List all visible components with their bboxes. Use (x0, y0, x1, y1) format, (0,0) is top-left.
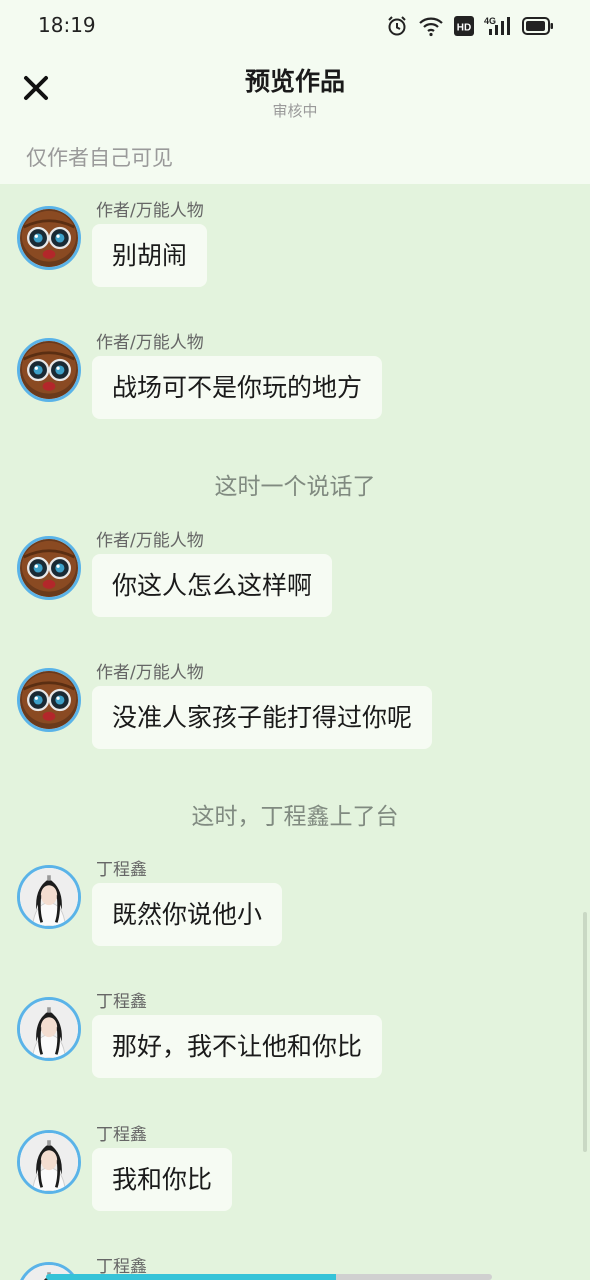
sender-name: 作者/万能人物 (96, 531, 204, 551)
wifi-icon (418, 15, 444, 37)
status-time: 18:19 (38, 13, 96, 37)
progress-bar (46, 1274, 492, 1280)
message-bubble[interactable]: 战场可不是你玩的地方 (92, 356, 383, 419)
progress-fill (46, 1274, 336, 1280)
alarm-icon (386, 15, 408, 37)
network-label: 4G (484, 16, 496, 26)
message-feed[interactable]: 作者/万能人物 别胡闹 作者/万能人物 战场可不是你玩的地方 这时一个说话了 作者/万… (0, 184, 590, 1280)
scrollbar[interactable] (583, 912, 587, 1152)
visibility-note: 仅作者自己可见 (26, 146, 173, 170)
message-bubble[interactable]: 我和你比 (92, 1148, 233, 1211)
signal-4g-icon: 4G (484, 15, 512, 37)
message-bubble[interactable]: 你这人怎么这样啊 (92, 554, 333, 617)
narration-text: 这时，丁程鑫上了台 (191, 804, 399, 830)
message-bubble[interactable]: 那好，我不让他和你比 (92, 1015, 383, 1078)
sender-avatar[interactable] (17, 206, 81, 270)
sender-name: 丁程鑫 (96, 860, 147, 880)
message-bubble[interactable]: 别胡闹 (92, 224, 208, 287)
narration-text: 这时一个说话了 (214, 474, 376, 500)
message-bubble[interactable]: 没准人家孩子能打得过你呢 (92, 686, 433, 749)
status-bar: 18:19 HD 4G (0, 0, 590, 52)
sender-name: 作者/万能人物 (96, 663, 204, 683)
sender-avatar[interactable] (17, 1130, 81, 1194)
message-bubble[interactable]: 既然你说他小 (92, 883, 283, 946)
sender-name: 丁程鑫 (96, 1125, 147, 1145)
hd-icon: HD (454, 16, 474, 36)
review-status: 审核中 (272, 102, 318, 120)
sender-avatar[interactable] (17, 338, 81, 402)
page-title: 预览作品 (244, 67, 345, 96)
sender-avatar[interactable] (17, 668, 81, 732)
header-area: 18:19 HD 4G 预览作品 审核中 仅作者自己可见 (0, 0, 590, 184)
sender-avatar[interactable] (17, 865, 81, 929)
status-icons: HD 4G (386, 14, 554, 38)
sender-name: 作者/万能人物 (96, 333, 204, 353)
hd-label: HD (457, 23, 471, 34)
sender-name: 作者/万能人物 (96, 201, 204, 221)
sender-avatar[interactable] (17, 997, 81, 1061)
battery-icon (522, 16, 554, 36)
sender-avatar[interactable] (17, 536, 81, 600)
sender-name: 丁程鑫 (96, 992, 147, 1012)
nav-bar: 预览作品 审核中 (0, 52, 590, 132)
